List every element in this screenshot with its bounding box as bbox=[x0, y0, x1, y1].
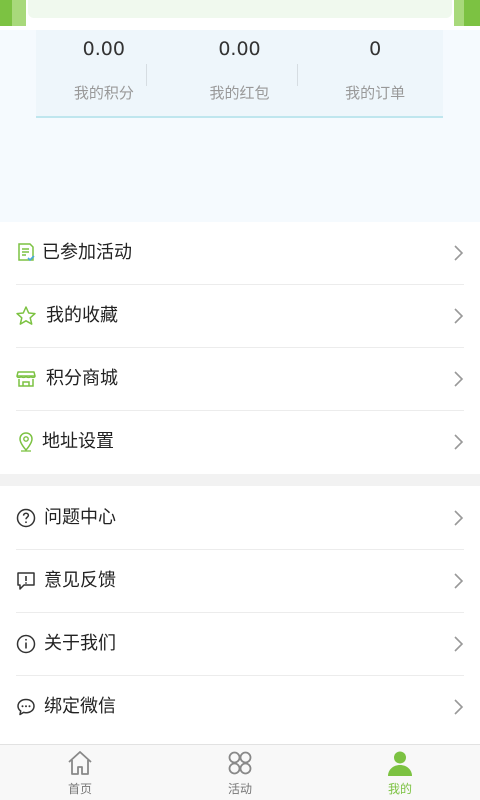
store-icon bbox=[15, 368, 37, 390]
tab-mine[interactable]: 我的 bbox=[320, 745, 480, 800]
tab-label: 首页 bbox=[67, 782, 92, 796]
stat-label: 我的积分 bbox=[73, 84, 134, 102]
stat-value: 0.00 bbox=[82, 38, 125, 60]
user-icon bbox=[386, 749, 414, 777]
chevron-right-icon bbox=[452, 572, 464, 590]
chat-bubble-icon bbox=[15, 696, 37, 718]
stat-value: 0 bbox=[369, 38, 382, 60]
chevron-right-icon bbox=[452, 370, 464, 388]
menu-item-feedback[interactable]: 意见反馈 bbox=[0, 550, 480, 613]
menu-item-label: 地址设置 bbox=[42, 431, 114, 452]
section-gap bbox=[0, 474, 480, 486]
chevron-right-icon bbox=[452, 433, 464, 451]
profile-card-edge bbox=[28, 0, 452, 18]
feedback-icon bbox=[15, 570, 37, 592]
menu-item-help-center[interactable]: 问题中心 bbox=[0, 487, 480, 550]
home-icon bbox=[66, 749, 94, 777]
stat-red-packet[interactable]: 0.00 我的红包 bbox=[172, 30, 308, 116]
chevron-right-icon bbox=[452, 509, 464, 527]
stat-orders[interactable]: 0 我的订单 bbox=[307, 30, 443, 116]
menu-group-activities: 已参加活动 我的收藏 积分商城 地址设置 bbox=[0, 222, 480, 474]
menu-item-favorites[interactable]: 我的收藏 bbox=[0, 285, 480, 348]
header-accent-right-light bbox=[454, 0, 464, 26]
menu-item-joined-activities[interactable]: 已参加活动 bbox=[0, 222, 480, 285]
tab-label: 我的 bbox=[387, 782, 412, 796]
menu-item-label: 问题中心 bbox=[44, 507, 116, 528]
header-accent-right bbox=[464, 0, 480, 26]
star-icon bbox=[15, 305, 37, 327]
stat-divider bbox=[297, 64, 298, 86]
header-accent-left bbox=[0, 0, 12, 26]
menu-item-label: 绑定微信 bbox=[44, 696, 116, 717]
chevron-right-icon bbox=[452, 698, 464, 716]
menu-item-about-us[interactable]: 关于我们 bbox=[0, 613, 480, 676]
menu-item-label: 积分商城 bbox=[46, 368, 118, 389]
bottom-tab-bar: 首页 活动 我的 bbox=[0, 744, 480, 800]
chevron-right-icon bbox=[452, 244, 464, 262]
menu-item-label: 已参加活动 bbox=[42, 242, 132, 263]
tab-activity[interactable]: 活动 bbox=[160, 745, 320, 800]
menu-item-label: 意见反馈 bbox=[44, 570, 116, 591]
menu-item-address-settings[interactable]: 地址设置 bbox=[0, 411, 480, 474]
info-circle-icon bbox=[15, 633, 37, 655]
menu-item-label: 我的收藏 bbox=[46, 305, 118, 326]
location-pin-icon bbox=[15, 431, 37, 453]
question-circle-icon bbox=[15, 507, 37, 529]
chevron-right-icon bbox=[452, 635, 464, 653]
menu-group-support: 问题中心 意见反馈 关于我们 绑定微信 bbox=[0, 486, 480, 744]
tab-home[interactable]: 首页 bbox=[0, 745, 160, 800]
tab-label: 活动 bbox=[227, 782, 252, 796]
activity-grid-icon bbox=[226, 749, 254, 777]
stat-label: 我的红包 bbox=[209, 84, 270, 102]
header-band bbox=[0, 0, 480, 30]
menu-item-bind-wechat[interactable]: 绑定微信 bbox=[0, 676, 480, 739]
stat-value: 0.00 bbox=[218, 38, 261, 60]
chevron-right-icon bbox=[452, 307, 464, 325]
document-check-icon bbox=[15, 242, 37, 264]
stat-divider bbox=[146, 64, 147, 86]
stat-points[interactable]: 0.00 我的积分 bbox=[36, 30, 172, 116]
menu-item-label: 关于我们 bbox=[44, 633, 116, 654]
stat-label: 我的订单 bbox=[345, 84, 406, 102]
menu-item-points-mall[interactable]: 积分商城 bbox=[0, 348, 480, 411]
header-accent-left-light bbox=[12, 0, 26, 26]
stats-card: 0.00 我的积分 0.00 我的红包 0 我的订单 bbox=[36, 30, 443, 118]
